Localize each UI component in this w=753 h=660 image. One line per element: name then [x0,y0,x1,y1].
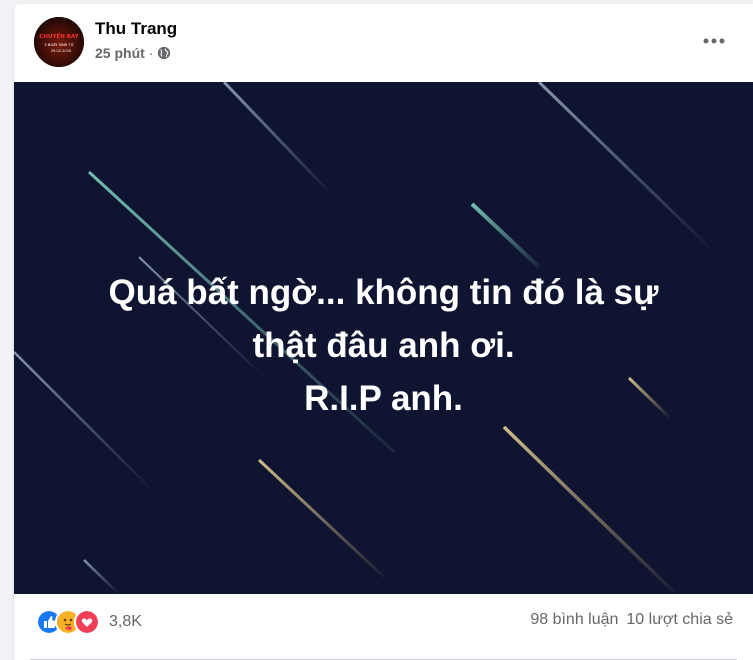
post-card: CHUYẾN BAY 3 NGÀY SINH TỬ 29.02.2020 Thu… [14,4,753,660]
avatar-subtitle-text: 3 NGÀY SINH TỬ [44,42,74,47]
more-options-icon[interactable] [697,28,731,54]
engagement-stats: 98 bình luận 10 lượt chia sẻ [530,611,733,629]
post-image[interactable]: Quá bất ngờ... không tin đó là sự thật đ… [14,82,753,594]
comments-count-link[interactable]: 98 bình luận [530,611,618,629]
post-footer: 3,8K 98 bình luận 10 lượt chia sẻ [14,594,753,660]
post-meta: 25 phút · [95,45,171,61]
caption-line-2: thật đâu anh ơi. [252,326,515,365]
stats-spacer [618,611,626,629]
reaction-count: 3,8K [109,613,142,630]
image-caption: Quá bất ngờ... không tin đó là sự thật đ… [14,266,753,425]
post-time[interactable]: 25 phút [95,45,145,61]
caption-line-3: R.I.P anh. [304,379,463,418]
love-reaction-icon [74,609,100,635]
post-header: CHUYẾN BAY 3 NGÀY SINH TỬ 29.02.2020 Thu… [14,4,753,80]
reactions-summary[interactable]: 3,8K [36,609,142,635]
avatar-image: CHUYẾN BAY 3 NGÀY SINH TỬ 29.02.2020 [34,17,84,67]
avatar[interactable]: CHUYẾN BAY 3 NGÀY SINH TỬ 29.02.2020 [34,17,84,67]
globe-icon[interactable] [157,46,171,60]
avatar-date-text: 29.02.2020 [51,49,72,53]
avatar-title-text: CHUYẾN BAY [39,32,79,40]
shares-count-link[interactable]: 10 lượt chia sẻ [626,611,733,629]
author-name[interactable]: Thu Trang [95,19,177,39]
caption-line-1: Quá bất ngờ... không tin đó là sự [108,273,659,312]
meta-separator: · [148,45,154,61]
